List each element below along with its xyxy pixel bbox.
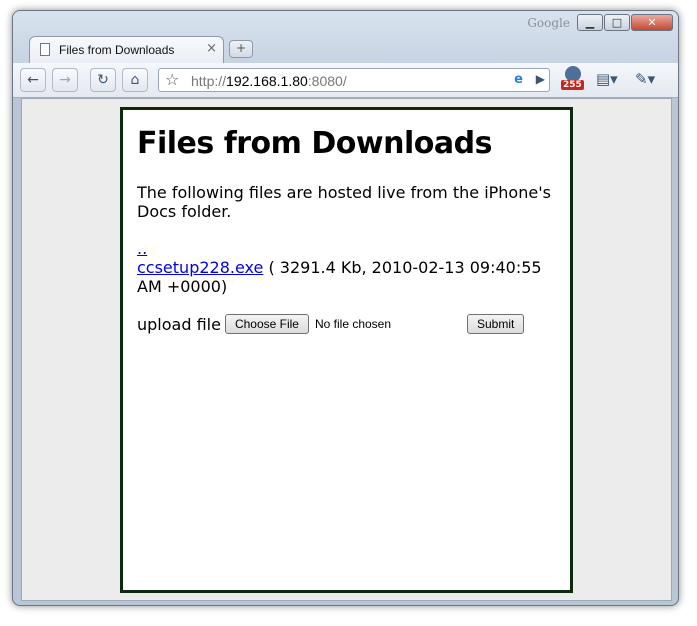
google-label: Google <box>527 16 570 30</box>
toolbar: ← → ↻ ⌂ ☆ http://192.168.1.80:8080/ e ▶ … <box>13 63 678 98</box>
intro-text: The following files are hosted live from… <box>137 183 551 221</box>
submit-button[interactable]: Submit <box>466 314 525 334</box>
tab-close-icon[interactable]: × <box>206 41 217 56</box>
forward-arrow-icon: → <box>59 72 71 88</box>
tab-title: Files from Downloads <box>59 43 175 57</box>
url-scheme: http:// <box>191 73 227 89</box>
star-icon[interactable]: ☆ <box>165 70 179 89</box>
file-link[interactable]: ccsetup228.exe <box>137 258 263 277</box>
ie-tab-icon[interactable]: e <box>514 72 523 87</box>
page-menu-icon[interactable]: ▤▾ <box>596 70 618 88</box>
upload-label: upload file <box>137 314 221 334</box>
extension-button[interactable]: 255 <box>559 66 587 94</box>
url-text[interactable]: http://192.168.1.80:8080/ <box>191 73 347 89</box>
page-heading: Files from Downloads <box>137 126 492 161</box>
maximize-button[interactable]: □ <box>604 14 630 31</box>
back-button[interactable]: ← <box>20 68 46 92</box>
address-bar[interactable]: ☆ http://192.168.1.80:8080/ e ▶ <box>158 68 550 92</box>
go-arrow-icon[interactable]: ▶ <box>536 72 545 86</box>
url-port-path: :8080/ <box>307 73 347 89</box>
close-window-button[interactable]: ✕ <box>631 14 673 31</box>
wrench-icon[interactable]: ✎▾ <box>635 70 655 88</box>
choose-file-button[interactable]: Choose File <box>224 314 309 334</box>
home-button[interactable]: ⌂ <box>122 68 148 92</box>
extension-badge: 255 <box>561 80 584 90</box>
minimize-button[interactable]: ▁ <box>577 14 603 31</box>
url-host: 192.168.1.80 <box>226 73 308 89</box>
file-listing: .. ccsetup228.exe ( 3291.4 Kb, 2010-02-1… <box>137 239 556 296</box>
page-frame: Files from Downloads The following files… <box>120 107 573 593</box>
new-tab-button[interactable]: + <box>229 40 253 58</box>
parent-directory-link[interactable]: .. <box>137 239 147 258</box>
browser-window: Google ▁ □ ✕ Files from Downloads × + ← … <box>12 10 679 606</box>
reload-icon: ↻ <box>97 72 109 88</box>
home-icon: ⌂ <box>130 72 140 88</box>
page-viewport: Files from Downloads The following files… <box>21 98 672 601</box>
title-bar: Google ▁ □ ✕ Files from Downloads × + <box>13 11 678 63</box>
no-file-chosen-text: No file chosen <box>314 317 392 331</box>
tab-files-from-downloads[interactable]: Files from Downloads × <box>29 36 224 63</box>
upload-form: upload file Choose File No file chosen S… <box>137 314 556 334</box>
window-controls: ▁ □ ✕ <box>576 14 673 31</box>
reload-button[interactable]: ↻ <box>90 68 116 92</box>
back-arrow-icon: ← <box>27 72 39 88</box>
page-icon <box>40 43 50 56</box>
forward-button[interactable]: → <box>52 68 78 92</box>
